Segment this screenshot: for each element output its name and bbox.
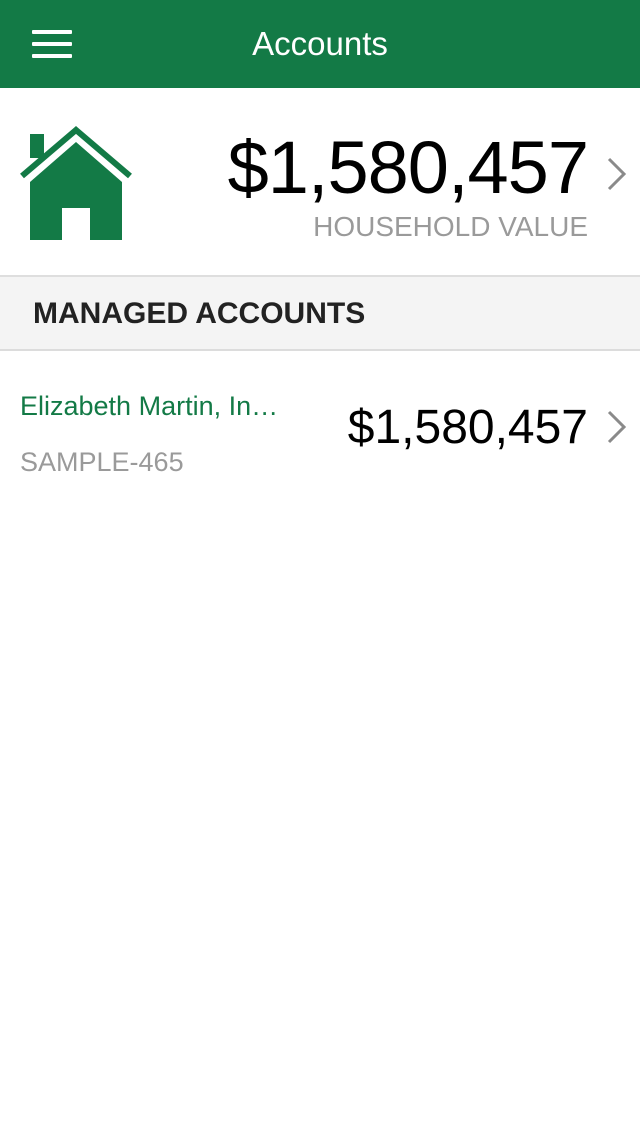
account-number: SAMPLE-465 — [20, 447, 184, 477]
house-icon — [20, 126, 132, 240]
chevron-right-icon — [607, 410, 627, 444]
household-value-amount: $1,580,457 — [227, 126, 589, 209]
chevron-right-icon — [607, 157, 627, 191]
page-title: Accounts — [252, 25, 388, 62]
managed-accounts-section-header: MANAGED ACCOUNTS — [0, 277, 640, 351]
account-value: $1,580,457 — [347, 401, 588, 454]
account-list-item[interactable]: Elizabeth Martin, In… SAMPLE-465 $1,580,… — [0, 351, 640, 501]
section-title: MANAGED ACCOUNTS — [33, 297, 366, 330]
account-name: Elizabeth Martin, In… — [20, 391, 279, 421]
household-value-row[interactable]: $1,580,457 HOUSEHOLD VALUE — [0, 88, 640, 277]
top-navigation-bar: Accounts — [0, 0, 640, 88]
household-value-label: HOUSEHOLD VALUE — [313, 211, 588, 242]
